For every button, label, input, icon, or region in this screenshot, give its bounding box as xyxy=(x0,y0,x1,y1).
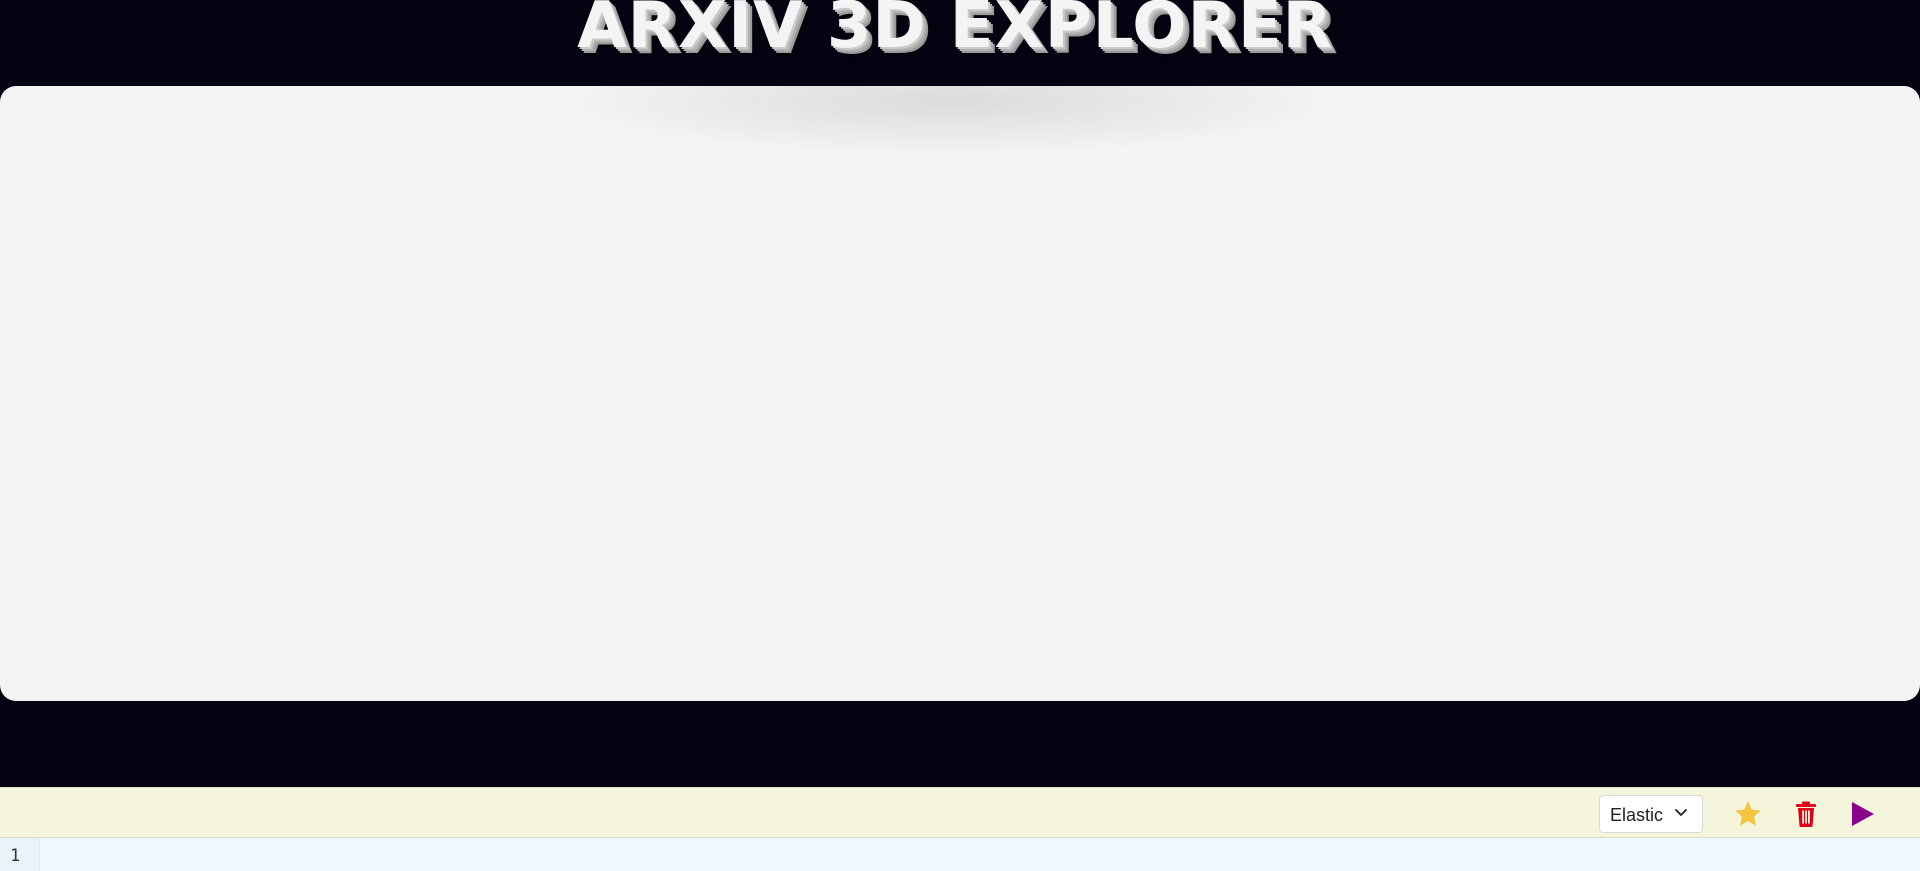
3d-viewport[interactable] xyxy=(0,86,1920,701)
line-number: 1 xyxy=(10,846,21,866)
star-icon xyxy=(1735,801,1761,826)
header: ARXIV 3D EXPLORER xyxy=(0,0,1920,86)
chevron-down-icon xyxy=(1675,809,1687,816)
code-input[interactable] xyxy=(41,838,1920,871)
title-shadow xyxy=(560,86,1340,156)
code-editor[interactable]: 1 xyxy=(0,838,1920,871)
query-toolbar: Elastic xyxy=(0,787,1920,838)
favorite-button[interactable] xyxy=(1733,799,1763,829)
app-root: ARXIV 3D EXPLORER Elastic 1 xyxy=(0,0,1920,871)
delete-button[interactable] xyxy=(1792,799,1822,829)
run-button[interactable] xyxy=(1847,799,1877,829)
page-title: ARXIV 3D EXPLORER xyxy=(577,0,1333,63)
line-gutter: 1 xyxy=(0,838,40,871)
play-icon xyxy=(1852,802,1874,826)
trash-icon xyxy=(1796,801,1816,827)
layout-select[interactable]: Elastic xyxy=(1599,795,1703,833)
layout-select-value: Elastic xyxy=(1610,805,1664,825)
